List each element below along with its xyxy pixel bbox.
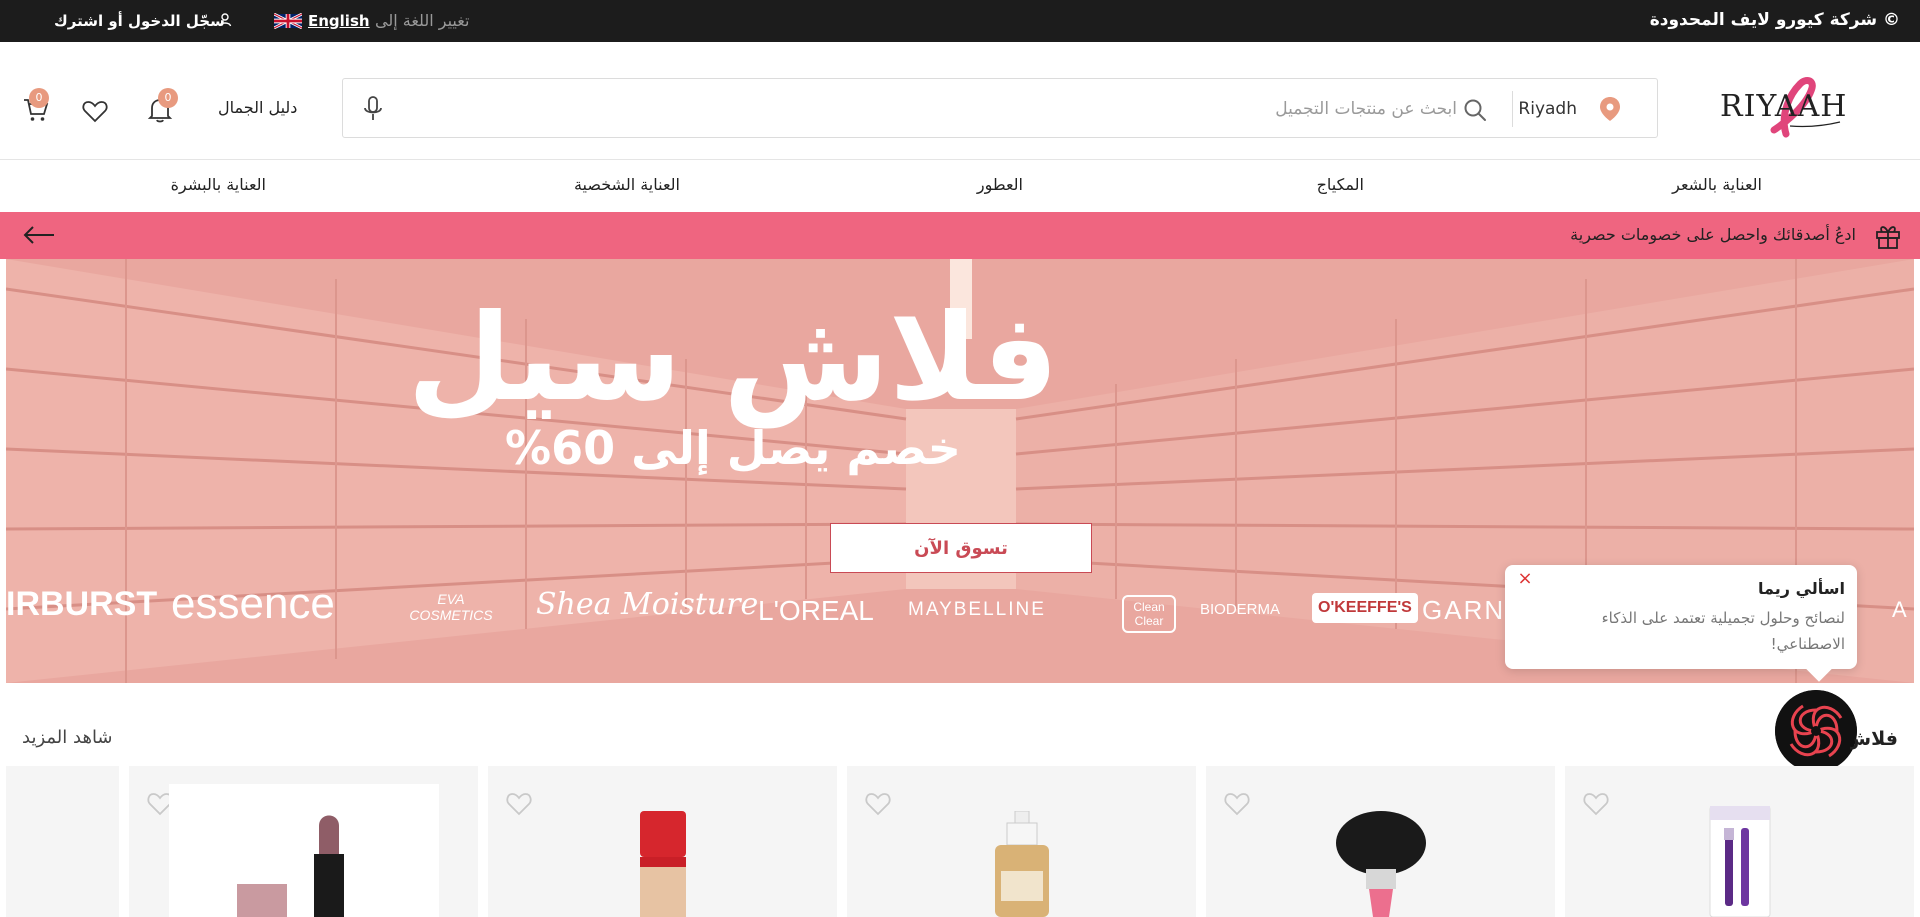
product-card[interactable] <box>847 766 1196 917</box>
riyaah-logo[interactable]: RIYAAH <box>1720 74 1870 144</box>
hero-subtitle: خصم يصل إلى 60% <box>505 421 961 475</box>
heart-icon[interactable] <box>1223 790 1251 816</box>
product-card[interactable] <box>1206 766 1555 917</box>
search-divider <box>1512 91 1513 127</box>
foundation-bottle-product-image <box>640 811 686 917</box>
nav-perfumes[interactable]: العطور <box>977 175 1023 194</box>
login-link[interactable]: سجّل الدخول أو اشترك <box>54 12 225 30</box>
lipstick-product-image <box>169 784 439 917</box>
brand-logo[interactable]: Shea Moisture <box>536 587 758 622</box>
product-card[interactable] <box>1565 766 1914 917</box>
brand-logo[interactable]: MAYBELLINE <box>908 599 1046 621</box>
gift-icon <box>1876 226 1900 249</box>
main-header: RIYAAH Riyadh دليل الجمال 0 0 <box>0 42 1920 160</box>
chat-avatar[interactable] <box>1775 690 1857 772</box>
chat-popup[interactable]: × اسألي ريما لنصائح وحلول تجميلية تعتمد … <box>1505 565 1857 682</box>
nav-makeup[interactable]: المكياج <box>1317 175 1364 194</box>
section-title: فلاش سيل <box>1850 728 1898 750</box>
brush-set-product-image <box>1709 806 1771 917</box>
brand-logo[interactable]: L'OREAL <box>758 595 874 627</box>
heart-icon[interactable] <box>1582 790 1610 816</box>
chat-assistant-name: اسألي ريما <box>1758 579 1845 598</box>
brand-logo[interactable]: IRBURST <box>6 585 157 624</box>
brand-logo[interactable]: O'KEEFFE'S <box>1312 593 1418 623</box>
product-card[interactable] <box>488 766 837 917</box>
nav-hair-care[interactable]: العناية بالشعر <box>1672 175 1762 194</box>
spiral-logo-icon <box>1775 690 1857 772</box>
brand-logo[interactable]: Clean Clear <box>1122 595 1176 633</box>
brand-logo[interactable]: EVA COSMETICS <box>406 591 496 623</box>
top-bar: © شركة كيورو لايف المحدودة تغيير اللغة إ… <box>0 0 1920 42</box>
beauty-guide-link[interactable]: دليل الجمال <box>218 98 297 117</box>
referral-text: ادعُ أصدقائك واحصل على خصومات حصرية <box>1570 225 1856 244</box>
notifications-badge: 0 <box>158 88 178 108</box>
heart-icon[interactable] <box>505 790 533 816</box>
change-language-label: تغيير اللغة إلى <box>375 11 470 30</box>
nav-personal-care[interactable]: العناية الشخصية <box>574 175 680 194</box>
heart-icon[interactable] <box>864 790 892 816</box>
microphone-icon[interactable] <box>363 96 383 122</box>
category-nav: العناية بالشعر المكياج العطور العناية ال… <box>0 160 1920 212</box>
chat-message: لنصائح وحلول تجميلية تعتمد على الذكاء ال… <box>1601 609 1845 653</box>
referral-banner[interactable]: ادعُ أصدقائك واحصل على خصومات حصرية <box>0 212 1920 259</box>
location-label[interactable]: Riyadh <box>1518 99 1577 119</box>
search-bar: Riyadh <box>342 78 1658 138</box>
hero-title: فلاش سيل <box>407 289 1059 428</box>
brand-logo[interactable]: BIODERMA <box>1200 601 1280 618</box>
see-more-link[interactable]: شاهد المزيد <box>22 727 113 748</box>
heart-icon[interactable] <box>81 97 109 125</box>
shop-now-button[interactable]: تسوق الآن <box>830 523 1092 573</box>
brand-logo[interactable]: A <box>1892 597 1907 623</box>
nav-skin-care[interactable]: العناية بالبشرة <box>171 175 266 194</box>
product-card[interactable] <box>6 766 119 917</box>
copyright-text: © شركة كيورو لايف المحدودة <box>1649 10 1900 30</box>
search-icon[interactable] <box>1463 98 1487 122</box>
arrow-left-icon[interactable] <box>22 224 56 246</box>
language-link[interactable]: English <box>308 12 370 30</box>
location-pin-icon[interactable] <box>1599 96 1621 122</box>
uk-flag-icon[interactable] <box>274 13 302 29</box>
product-card[interactable] <box>129 766 478 917</box>
cart-badge: 0 <box>29 88 49 108</box>
oil-bottle-product-image <box>995 811 1049 917</box>
makeup-brush-product-image <box>1336 811 1426 917</box>
close-icon[interactable]: × <box>1515 569 1535 589</box>
brand-logo[interactable]: essence <box>171 579 335 629</box>
logo-text: RIYAAH <box>1720 89 1847 124</box>
search-input[interactable] <box>697 91 1457 127</box>
